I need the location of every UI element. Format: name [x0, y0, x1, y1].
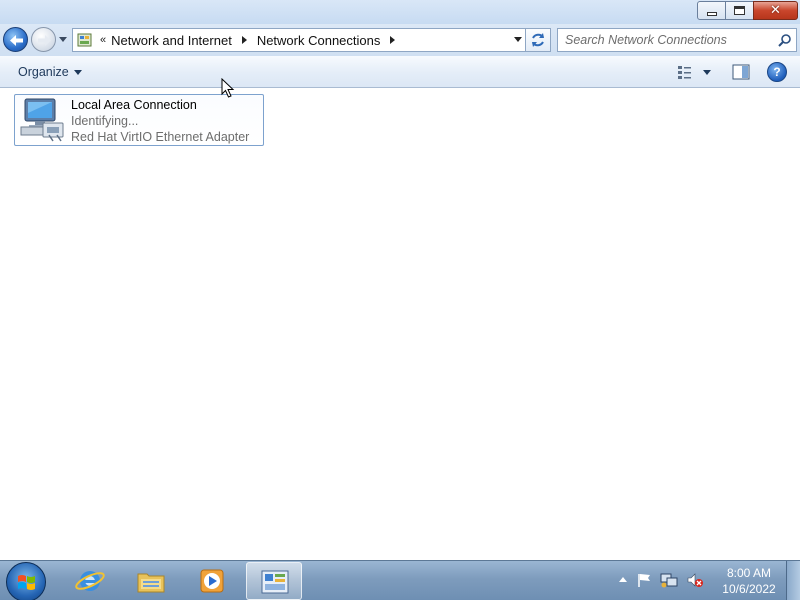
system-tray [618, 571, 712, 591]
close-button[interactable]: ✕ [753, 1, 798, 20]
minimize-icon [706, 11, 717, 16]
refresh-icon [532, 33, 544, 47]
restore-button[interactable] [725, 1, 754, 20]
help-icon: ? [773, 65, 781, 79]
refresh-button[interactable] [525, 28, 551, 52]
network-tray-button[interactable] [660, 572, 678, 591]
media-player-icon [200, 569, 224, 593]
restore-icon [734, 6, 745, 15]
connections-list[interactable]: Local Area Connection Identifying... Red… [0, 89, 800, 560]
show-desktop-button[interactable] [786, 561, 800, 600]
control-panel-icon [261, 570, 289, 594]
preview-pane-icon [732, 64, 750, 80]
chevron-up-icon [619, 577, 627, 582]
start-button[interactable] [6, 562, 46, 600]
view-options-icon [678, 66, 711, 79]
breadcrumb-separator-icon[interactable] [390, 36, 396, 44]
help-button[interactable]: ? [767, 62, 787, 82]
mouse-cursor-icon [221, 78, 235, 98]
show-hidden-icons[interactable] [618, 574, 628, 588]
volume-muted-icon [687, 572, 703, 587]
chevron-down-icon [73, 69, 82, 75]
folder-icon [137, 573, 165, 593]
connection-name: Local Area Connection [71, 98, 197, 112]
taskbar-windows-explorer[interactable] [123, 562, 179, 600]
recent-pages-dropdown-icon[interactable] [58, 36, 68, 44]
caption-buttons: ✕ [697, 1, 798, 20]
control-panel-icon [77, 33, 92, 47]
back-arrow-icon [10, 35, 23, 46]
connection-adapter: Red Hat VirtIO Ethernet Adapter [71, 130, 250, 144]
taskbar-media-player[interactable] [184, 562, 240, 600]
list-item-local-area-connection[interactable]: Local Area Connection Identifying... Red… [14, 94, 264, 146]
back-button[interactable] [3, 27, 28, 52]
breadcrumb-network-and-internet[interactable]: Network and Internet [111, 33, 232, 48]
search-box[interactable] [557, 28, 797, 52]
breadcrumb-overflow[interactable]: « [100, 34, 106, 46]
preview-pane-button[interactable] [732, 64, 750, 80]
search-input[interactable] [558, 29, 768, 51]
close-icon: ✕ [770, 3, 781, 18]
window-titlebar[interactable]: ✕ [0, 0, 800, 24]
change-view-button[interactable] [676, 64, 714, 80]
taskbar-network-connections[interactable] [246, 562, 302, 600]
taskbar-clock[interactable]: 8:00 AM 10/6/2022 [716, 565, 782, 597]
network-adapter-icon [20, 98, 64, 142]
network-icon [660, 573, 678, 587]
minimize-button[interactable] [697, 1, 726, 20]
forward-arrow-icon [38, 35, 51, 46]
taskbar: 8:00 AM 10/6/2022 [0, 560, 800, 600]
windows-logo-icon [18, 575, 35, 590]
action-center-flag-icon [638, 573, 650, 587]
action-center-button[interactable] [636, 572, 652, 591]
volume-tray-button[interactable] [686, 572, 704, 591]
breadcrumb-separator-icon[interactable] [241, 36, 247, 44]
command-bar: Organize ? [0, 56, 800, 88]
connection-status: Identifying... [71, 114, 139, 128]
ie-icon [75, 571, 105, 591]
search-icon[interactable] [778, 33, 792, 47]
organize-label: Organize [18, 65, 69, 79]
forward-button[interactable] [31, 27, 56, 52]
organize-button[interactable]: Organize [12, 62, 88, 82]
address-history-dropdown-icon[interactable] [514, 37, 522, 42]
address-bar[interactable]: « Network and Internet Network Connectio… [72, 28, 527, 52]
clock-date: 10/6/2022 [722, 582, 776, 596]
breadcrumb-network-connections[interactable]: Network Connections [257, 33, 381, 48]
navigation-bar: « Network and Internet Network Connectio… [0, 24, 800, 56]
clock-time: 8:00 AM [726, 566, 772, 580]
taskbar-internet-explorer[interactable] [62, 562, 118, 600]
